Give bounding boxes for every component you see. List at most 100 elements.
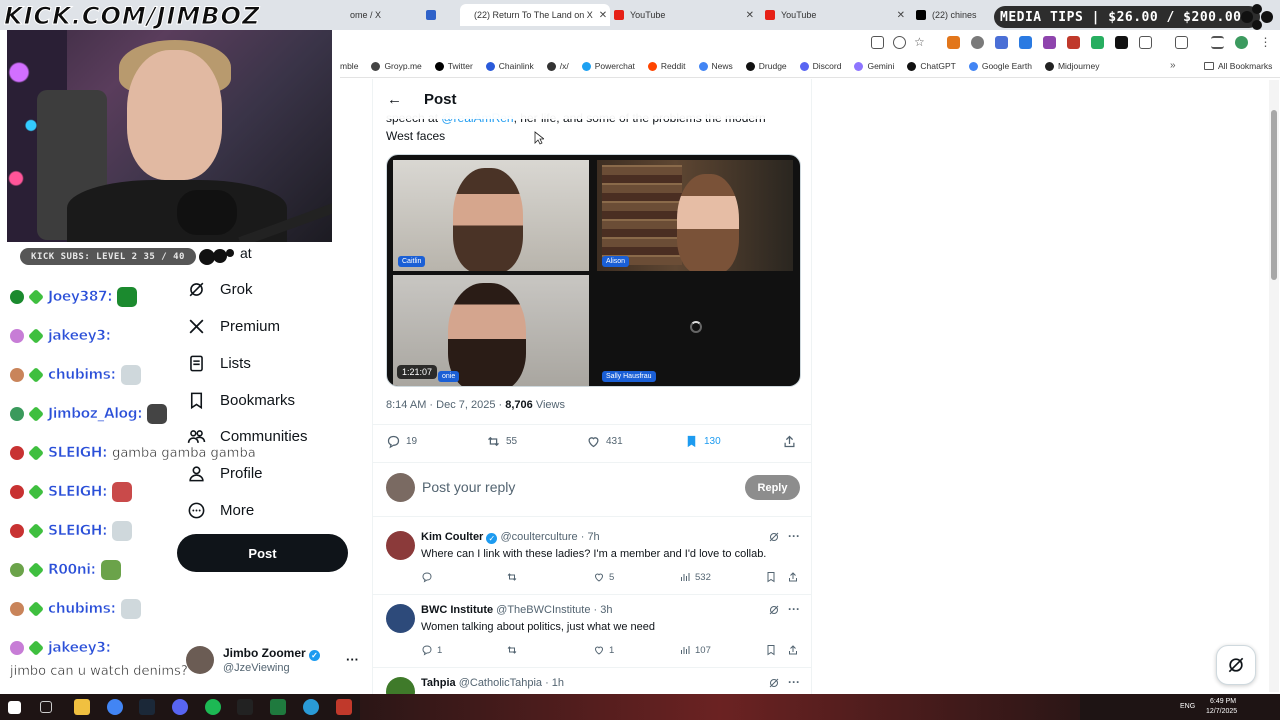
bookmark-item[interactable]: /x/ bbox=[546, 61, 569, 71]
scrollbar-thumb[interactable] bbox=[1271, 110, 1277, 280]
bookmark-action[interactable]: 130 bbox=[684, 434, 721, 449]
nav-item-bookmarks[interactable]: Bookmarks bbox=[186, 382, 295, 418]
bookmark-item[interactable]: Groyp.me bbox=[371, 61, 422, 71]
share-action[interactable] bbox=[782, 434, 797, 449]
grok-floating-button[interactable] bbox=[1216, 645, 1256, 685]
file-explorer-icon[interactable] bbox=[74, 699, 90, 715]
shield-icon[interactable] bbox=[971, 36, 984, 49]
profile-avatar-icon[interactable] bbox=[1235, 36, 1248, 49]
cast-icon[interactable] bbox=[871, 36, 884, 49]
windows-start-icon[interactable] bbox=[8, 701, 21, 714]
bookmark-item[interactable]: mble bbox=[340, 61, 358, 71]
bookmark-item[interactable]: Midjourney bbox=[1044, 61, 1100, 71]
metamask-icon[interactable] bbox=[947, 36, 960, 49]
nav-item-premium[interactable]: Premium bbox=[186, 308, 280, 344]
like-action[interactable]: 431 bbox=[586, 434, 623, 449]
bookmark-item[interactable]: Twitter bbox=[434, 61, 473, 71]
bookmark-item[interactable]: Drudge bbox=[745, 61, 787, 71]
nav-item-communities[interactable]: Communities bbox=[186, 418, 308, 454]
more-dots-icon[interactable]: ··· bbox=[788, 602, 800, 616]
reply-button[interactable]: Reply bbox=[745, 475, 800, 500]
reply-action[interactable] bbox=[421, 571, 437, 583]
chrome-icon[interactable] bbox=[107, 699, 123, 715]
reply-action[interactable] bbox=[506, 644, 522, 656]
browser-tab-youtube-1[interactable]: YouTube ✕ bbox=[614, 4, 754, 26]
nav-item-grok[interactable]: Grok bbox=[186, 271, 253, 307]
reply-action[interactable]: 1 bbox=[421, 644, 442, 656]
more-dots-icon[interactable]: ··· bbox=[788, 529, 800, 543]
browser-tab-active[interactable]: (22) Return To The Land on X ✕ bbox=[460, 4, 610, 26]
language-indicator[interactable]: ENG bbox=[1180, 703, 1195, 710]
reply-author[interactable]: Kim Coulter bbox=[421, 531, 483, 543]
extension-icon[interactable] bbox=[1043, 36, 1056, 49]
bookmark-item[interactable]: ChatGPT bbox=[907, 61, 956, 71]
bookmark-item[interactable]: Powerchat bbox=[581, 61, 635, 71]
bookmarks-overflow-icon[interactable]: » bbox=[1170, 60, 1176, 71]
reply-author[interactable]: BWC Institute bbox=[421, 604, 493, 616]
bookmark-item[interactable]: Google Earth bbox=[968, 61, 1032, 71]
browser-tab-chinese[interactable]: (22) chines bbox=[916, 4, 981, 26]
discord-icon[interactable] bbox=[172, 699, 188, 715]
reply-action[interactable] bbox=[765, 644, 777, 656]
reply-action[interactable] bbox=[787, 644, 799, 656]
reply-action[interactable]: 107 bbox=[679, 644, 711, 656]
app-icon[interactable] bbox=[303, 699, 319, 715]
nav-item-more[interactable]: More bbox=[186, 492, 254, 528]
reply-action[interactable] bbox=[787, 571, 799, 583]
steam-icon[interactable] bbox=[139, 699, 155, 715]
avatar[interactable] bbox=[386, 604, 415, 633]
bookmark-item[interactable]: Gemini bbox=[854, 61, 894, 71]
kebab-menu-icon[interactable]: ⋮ bbox=[1259, 36, 1272, 49]
nav-item-lists[interactable]: Lists bbox=[186, 345, 251, 381]
reply-action[interactable]: 19 bbox=[386, 434, 417, 449]
bookmark-item[interactable]: News bbox=[698, 61, 733, 71]
all-bookmarks-button[interactable]: All Bookmarks bbox=[1204, 61, 1272, 71]
nav-item-profile[interactable]: Profile bbox=[186, 455, 263, 491]
extension-icon[interactable] bbox=[1091, 36, 1104, 49]
repost-action[interactable]: 55 bbox=[486, 434, 517, 449]
avatar[interactable] bbox=[386, 677, 415, 694]
grok-icon[interactable] bbox=[768, 531, 780, 546]
reply-action[interactable]: 532 bbox=[679, 571, 711, 583]
close-tab-icon[interactable]: ✕ bbox=[897, 10, 905, 21]
taskbar-time[interactable]: 6:49 PM bbox=[1210, 698, 1236, 705]
more-dots-icon[interactable]: ··· bbox=[788, 675, 800, 689]
puzzle-icon[interactable] bbox=[1139, 36, 1152, 49]
reply-action[interactable] bbox=[765, 571, 777, 583]
more-dots-icon[interactable]: ··· bbox=[346, 652, 359, 667]
grok-icon[interactable] bbox=[768, 677, 780, 692]
reading-list-icon[interactable] bbox=[1211, 36, 1224, 49]
close-tab-icon[interactable]: ✕ bbox=[746, 10, 754, 21]
excel-icon[interactable] bbox=[270, 699, 286, 715]
browser-tab-home[interactable]: ome / X bbox=[350, 4, 455, 26]
account-switcher[interactable]: Jimbo Zoomer ✓ @JzeViewing ··· bbox=[186, 644, 366, 684]
task-view-icon[interactable] bbox=[40, 701, 52, 713]
x-extension-icon[interactable] bbox=[1115, 36, 1128, 49]
post-button[interactable]: Post bbox=[177, 534, 348, 572]
bookmark-item[interactable]: Reddit bbox=[647, 61, 686, 71]
zoom-icon[interactable] bbox=[893, 36, 906, 49]
extension-icon[interactable] bbox=[1067, 36, 1080, 49]
taskbar-date[interactable]: 12/7/2025 bbox=[1206, 708, 1237, 715]
extension-icon[interactable] bbox=[995, 36, 1008, 49]
star-icon[interactable]: ☆ bbox=[914, 36, 927, 49]
reply-action[interactable] bbox=[506, 571, 522, 583]
back-arrow-icon[interactable]: ← bbox=[387, 91, 402, 108]
grok-icon[interactable] bbox=[768, 604, 780, 619]
browser-tab-youtube-2[interactable]: YouTube ✕ bbox=[765, 4, 905, 26]
app-icon[interactable] bbox=[336, 699, 352, 715]
terminal-icon[interactable] bbox=[237, 699, 253, 715]
reply-action[interactable]: 1 bbox=[593, 644, 614, 656]
bookmark-item[interactable]: Chainlink bbox=[485, 61, 534, 71]
reply-action[interactable]: 5 bbox=[593, 571, 614, 583]
page-scrollbar[interactable] bbox=[1269, 80, 1279, 692]
extension-icon[interactable] bbox=[1019, 36, 1032, 49]
spotify-icon[interactable] bbox=[205, 699, 221, 715]
sidebar-icon[interactable] bbox=[1175, 36, 1188, 49]
video-player[interactable]: Caitlin Alison onie Sally Hausfrau 1:21:… bbox=[386, 154, 801, 387]
avatar[interactable] bbox=[386, 531, 415, 560]
close-tab-icon[interactable]: ✕ bbox=[599, 10, 607, 21]
bookmark-item[interactable]: Discord bbox=[799, 61, 841, 71]
reply-author[interactable]: Tahpia bbox=[421, 677, 456, 689]
reply-input[interactable]: Post your reply bbox=[422, 479, 515, 495]
